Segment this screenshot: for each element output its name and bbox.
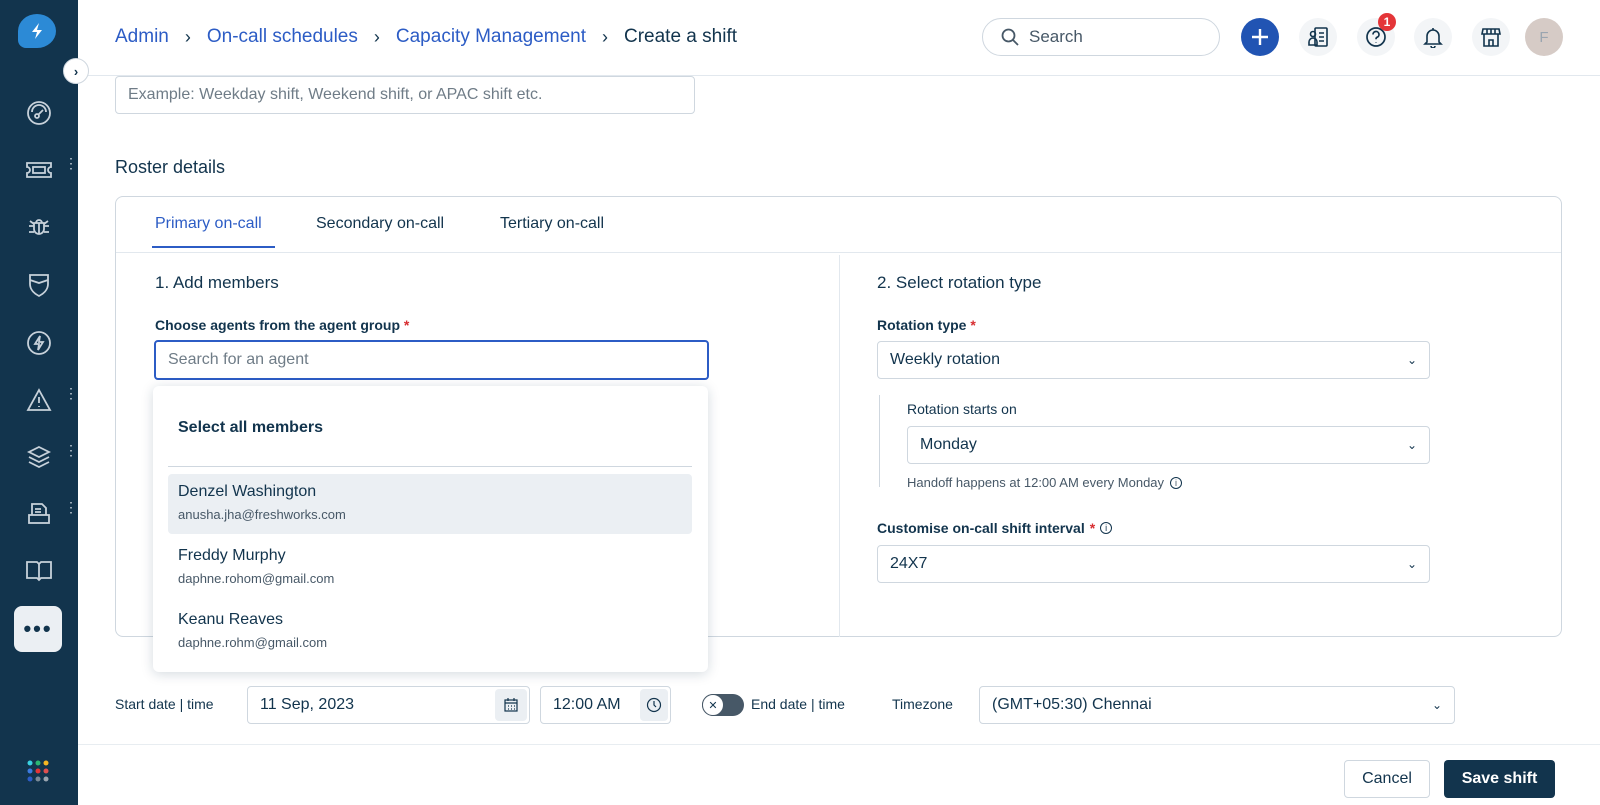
agent-option[interactable]: Keanu Reaves daphne.rohm@gmail.com [168,602,692,662]
handoff-hint: Handoff happens at 12:00 AM every Monday… [907,475,1183,490]
chevron-down-icon: ⌄ [1406,353,1417,367]
avatar[interactable]: F [1525,18,1563,56]
end-date-toggle[interactable]: ✕ [702,694,744,716]
tab-primary-on-call[interactable]: Primary on-call [155,215,262,233]
plus-icon [1252,29,1268,45]
marketplace-button[interactable] [1472,18,1510,56]
agent-dropdown: Select all members Denzel Washington anus… [153,386,708,672]
column-divider [839,255,840,637]
notifications-button[interactable] [1414,18,1452,56]
shift-name-input[interactable] [115,76,695,114]
search-placeholder: Search [1029,27,1083,46]
page-title: Create a shift [624,26,737,47]
layers-menu-dots[interactable]: ⋮ [64,443,78,465]
info-icon[interactable]: i [1100,522,1113,534]
search-icon [1001,28,1019,46]
active-tab-indicator [152,246,275,248]
breadcrumb: Admin › On-call schedules › Capacity Manag… [115,26,737,48]
tab-tertiary-on-call[interactable]: Tertiary on-call [500,215,604,233]
tab-secondary-on-call[interactable]: Secondary on-call [316,215,444,233]
calendar-icon[interactable] [495,689,527,721]
chevron-right-icon: › [184,26,191,47]
more-apps-button[interactable]: ••• [14,606,62,652]
tabs-divider [116,252,1561,253]
close-icon: ✕ [702,694,724,716]
book-icon[interactable] [22,554,56,588]
expand-sidebar-button[interactable]: › [63,58,89,84]
contact-list-icon [1308,27,1328,47]
timezone-label: Timezone [892,696,953,712]
info-icon[interactable]: i [1170,476,1183,489]
agent-option[interactable]: Denzel Washington anusha.jha@freshworks.c… [168,474,692,534]
rotation-starts-select[interactable]: Monday ⌄ [907,426,1430,464]
save-shift-button[interactable]: Save shift [1444,760,1555,798]
bell-icon [1423,28,1443,48]
add-new-button[interactable] [1241,18,1279,56]
breadcrumb-admin[interactable]: Admin [115,26,169,48]
end-date-label: End date | time [751,696,845,712]
cancel-button[interactable]: Cancel [1344,760,1430,798]
sidebar: ⋮ ⋮ ⋮ ⋮ ••• [0,0,78,805]
bug-icon[interactable] [22,210,56,244]
chevron-right-icon: › [373,26,380,47]
interval-select[interactable]: 24X7 ⌄ [877,545,1430,583]
freshservice-logo-icon[interactable] [18,14,56,48]
select-all-members[interactable]: Select all members [178,419,323,437]
alert-menu-dots[interactable]: ⋮ [64,386,78,408]
layers-icon[interactable] [22,440,56,474]
rotation-nested-line [879,395,880,487]
rotation-type-select[interactable]: Weekly rotation ⌄ [877,341,1430,379]
dashboard-icon[interactable] [22,96,56,130]
add-members-heading: 1. Add members [155,273,279,292]
breadcrumb-on-call-schedules[interactable]: On-call schedules [207,26,358,48]
chevron-down-icon: ⌄ [1431,698,1442,712]
global-search[interactable]: Search [982,18,1220,56]
roster-details-heading: Roster details [115,157,226,177]
start-date-label: Start date | time [115,696,214,712]
lightning-icon[interactable] [22,326,56,360]
chevron-down-icon: ⌄ [1406,557,1417,571]
rotation-heading: 2. Select rotation type [877,273,1042,292]
rotation-type-label: Rotation type * [877,317,976,333]
rotation-starts-label: Rotation starts on [907,401,1017,417]
printer-icon[interactable] [22,497,56,531]
agents-label: Choose agents from the agent group * [155,317,410,333]
tickets-icon[interactable] [22,153,56,187]
chevron-right-icon: › [602,26,608,47]
breadcrumb-capacity-management[interactable]: Capacity Management [396,26,586,48]
store-icon [1481,28,1501,47]
footer: Cancel Save shift [78,744,1600,805]
chevron-down-icon: ⌄ [1406,438,1417,452]
help-badge: 1 [1378,13,1396,31]
timezone-select[interactable]: (GMT+05:30) Chennai ⌄ [979,686,1455,724]
dropdown-divider [168,466,692,467]
app-switcher-icon[interactable] [27,760,49,787]
start-time-input[interactable]: 12:00 AM [540,686,671,724]
shield-icon[interactable] [22,268,56,302]
printer-menu-dots[interactable]: ⋮ [64,500,78,522]
interval-label: Customise on-call shift interval * i [877,520,1113,536]
tickets-menu-dots[interactable]: ⋮ [64,156,78,178]
alert-icon[interactable] [22,383,56,417]
clock-icon[interactable] [640,689,668,721]
agent-option[interactable]: Freddy Murphy daphne.rohom@gmail.com [168,538,692,598]
agent-search-input[interactable] [154,340,709,380]
agent-status-button[interactable] [1299,18,1337,56]
start-date-input[interactable]: 11 Sep, 2023 [247,686,530,724]
